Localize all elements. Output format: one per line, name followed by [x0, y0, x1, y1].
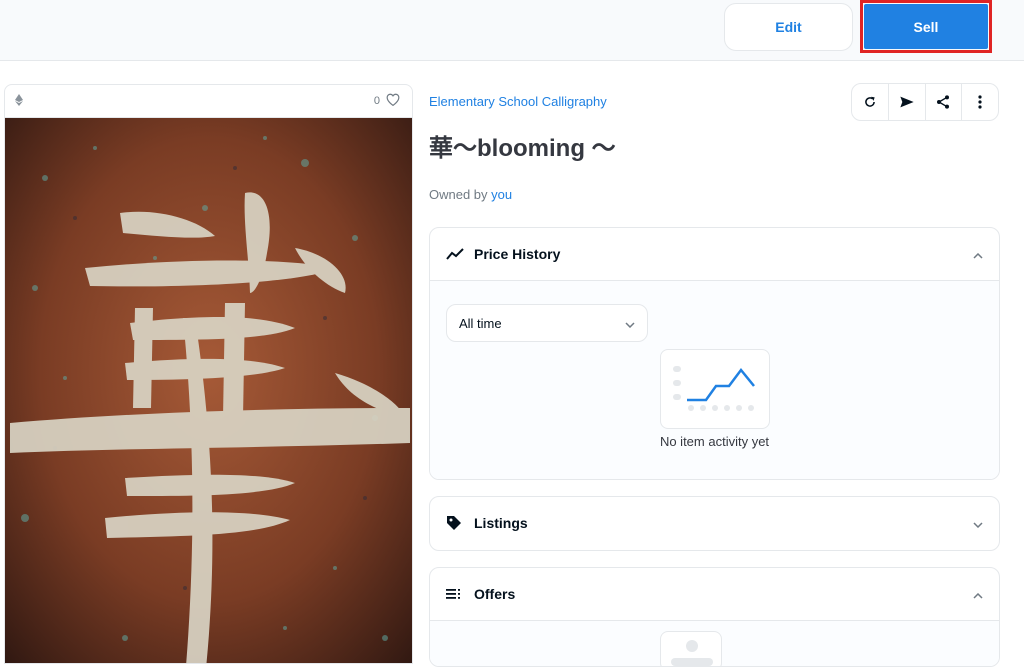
offers-body — [430, 620, 999, 666]
listings-panel: Listings — [429, 496, 1000, 551]
time-range-select[interactable]: All time — [446, 304, 648, 342]
share-icon[interactable] — [924, 84, 962, 120]
chevron-up-icon[interactable] — [973, 586, 983, 602]
owned-by-label: Owned by — [429, 187, 488, 202]
price-history-body: All time No item activity yet — [430, 280, 999, 479]
owner-link[interactable]: you — [491, 187, 512, 202]
transfer-icon[interactable] — [887, 84, 925, 120]
collection-link[interactable]: Elementary School Calligraphy — [429, 94, 607, 109]
empty-chart-illustration — [660, 349, 770, 429]
refresh-icon[interactable] — [852, 84, 888, 120]
offers-panel: Offers — [429, 567, 1000, 667]
offers-label: Offers — [474, 586, 516, 602]
sell-button[interactable]: Sell — [864, 4, 988, 49]
empty-offers-illustration — [660, 631, 722, 666]
artwork-card: 0 — [4, 84, 413, 664]
favorites-count: 0 — [373, 95, 380, 107]
price-history-header[interactable]: Price History — [430, 228, 999, 280]
chevron-up-icon[interactable] — [973, 246, 983, 262]
list-icon — [446, 588, 466, 600]
price-history-label: Price History — [474, 246, 561, 262]
time-range-value: All time — [459, 315, 502, 331]
item-action-bar — [851, 83, 999, 121]
listings-label: Listings — [474, 515, 528, 531]
favorite-control[interactable]: 0 — [374, 93, 400, 109]
offers-header[interactable]: Offers — [430, 568, 999, 620]
trend-icon — [446, 248, 466, 260]
chevron-down-icon[interactable] — [973, 515, 983, 531]
heart-icon[interactable] — [386, 93, 400, 109]
top-action-bar: Edit Sell — [0, 0, 1024, 61]
item-title: 華〜blooming 〜 — [429, 135, 616, 162]
chevron-down-icon — [625, 316, 635, 331]
artwork-image[interactable] — [5, 118, 413, 664]
tag-icon — [446, 515, 466, 531]
empty-activity-text: No item activity yet — [659, 434, 770, 449]
listings-header[interactable]: Listings — [430, 497, 999, 549]
artwork-header: 0 — [5, 85, 412, 118]
ethereum-icon — [15, 93, 23, 109]
price-history-panel: Price History All time No item activity … — [429, 227, 1000, 480]
edit-button[interactable]: Edit — [724, 3, 853, 51]
more-icon[interactable] — [961, 84, 998, 120]
owner-line: Owned by you — [429, 187, 512, 202]
